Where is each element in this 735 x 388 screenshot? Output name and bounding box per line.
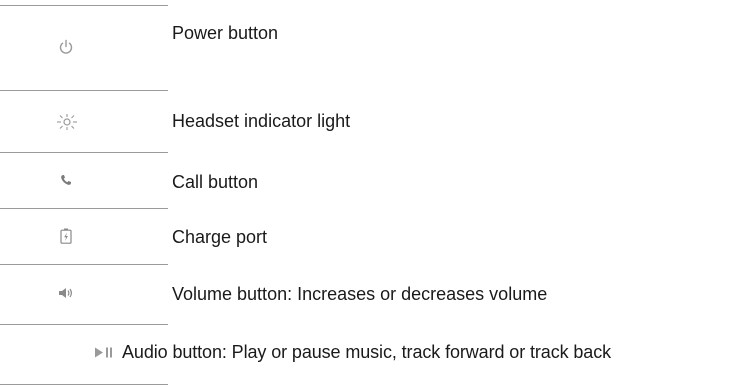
row-divider	[0, 208, 168, 209]
audio-button-label: Audio button: Play or pause music, track…	[122, 342, 612, 362]
row-divider	[0, 324, 168, 325]
row-divider	[0, 384, 168, 385]
power-icon	[56, 37, 76, 57]
row-divider	[0, 152, 168, 153]
row-divider	[0, 90, 168, 91]
row-divider	[0, 5, 168, 6]
charge-port-label: Charge port	[172, 227, 268, 247]
call-button-label: Call button	[172, 172, 259, 192]
play-pause-icon	[94, 345, 114, 359]
power-button-label: Power button	[172, 23, 279, 43]
volume-icon	[56, 285, 76, 301]
phone-icon	[58, 172, 74, 188]
indicator-light-icon	[55, 111, 79, 133]
indicator-light-label: Headset indicator light	[172, 111, 351, 131]
volume-button-label: Volume button: Increases or decreases vo…	[172, 284, 548, 304]
row-divider	[0, 264, 168, 265]
charge-port-icon	[58, 226, 74, 246]
